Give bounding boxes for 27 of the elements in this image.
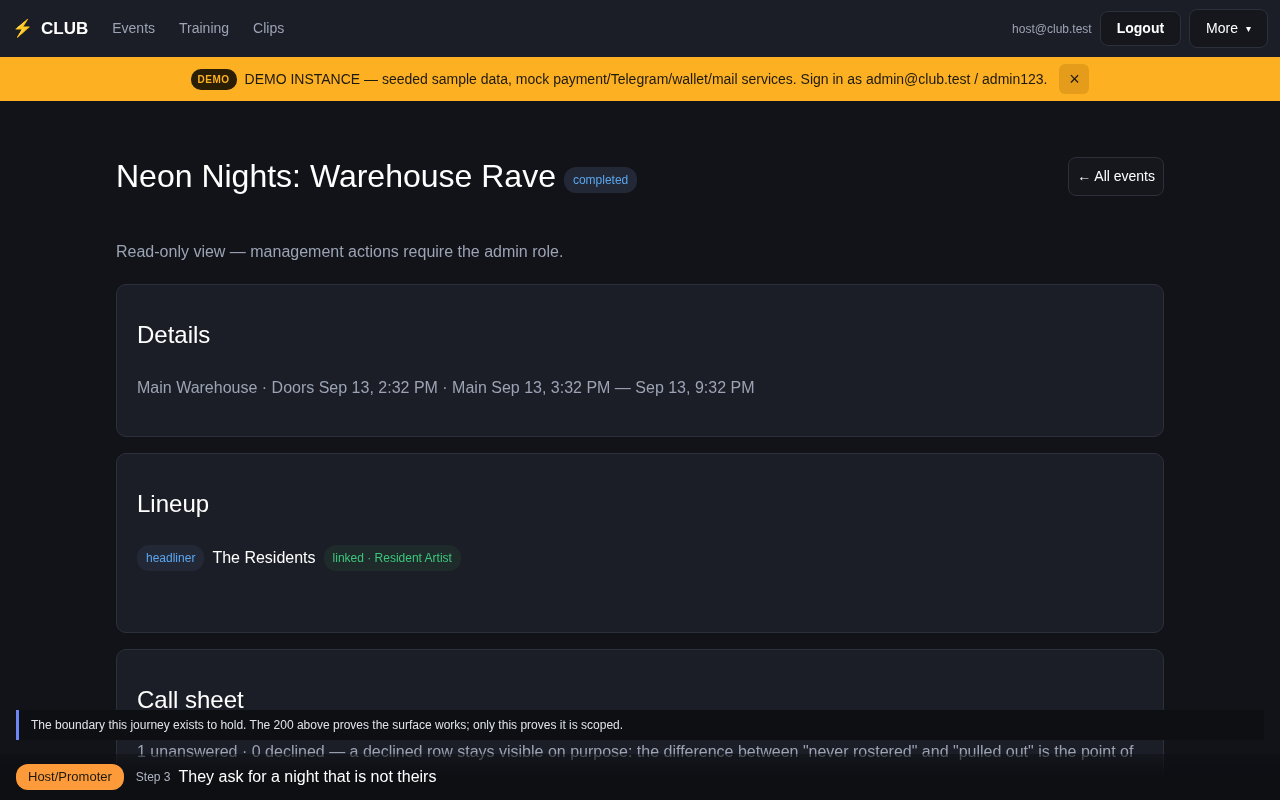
step-headline: They ask for a night that is not theirs <box>178 767 437 787</box>
call-sheet-text: 1 unanswered · 0 declined — a declined row stays visible on purpose: the difference between "never rostered" and "pulled out" is the point of <box>137 742 1135 763</box>
close-button[interactable]: × <box>1059 64 1090 94</box>
back-button[interactable]: ← All events <box>1068 157 1164 196</box>
artist-name: The Residents <box>212 547 316 568</box>
nav-link[interactable]: Training <box>179 18 230 39</box>
details-text: Main Warehouse · Doors Sep 13, 2:32 PM · Main Sep 13, 3:32 PM — Sep 13, 9:32 PM <box>137 377 756 398</box>
role-badge: headliner <box>137 544 205 571</box>
logout-button[interactable]: Logout <box>1099 11 1182 46</box>
readonly-note: Read-only view — management actions require the admin role. <box>116 242 565 262</box>
brand-link[interactable]: CLUB <box>41 15 89 42</box>
banner-text: DEMO INSTANCE — seeded sample data, mock payment/Telegram/wallet/mail services. Sign in as admin@club.test / admin123. <box>244 69 1048 89</box>
section-title: Details <box>137 321 212 350</box>
persona-badge: Host/Promoter <box>16 764 124 790</box>
section-title: Call sheet <box>137 685 245 715</box>
event-title: Neon Nights: Warehouse Rave <box>116 157 556 196</box>
nav-link[interactable]: Clips <box>253 18 285 39</box>
nav-link[interactable]: Events <box>112 18 156 39</box>
lightning-icon: ⚡ <box>12 15 33 42</box>
more-button[interactable]: More ▾ <box>1189 9 1268 48</box>
user-email: host@club.test <box>1012 20 1092 38</box>
caption-text: The boundary this journey exists to hold. The 200 above proves the surface works; only this proves it is scoped. <box>31 717 624 734</box>
section-title: Lineup <box>137 489 211 519</box>
status-badge: completed <box>563 167 638 194</box>
demo-badge: DEMO <box>190 68 237 90</box>
link-badge: linked · Resident Artist <box>323 544 461 571</box>
step-label: Step 3 <box>135 769 171 786</box>
